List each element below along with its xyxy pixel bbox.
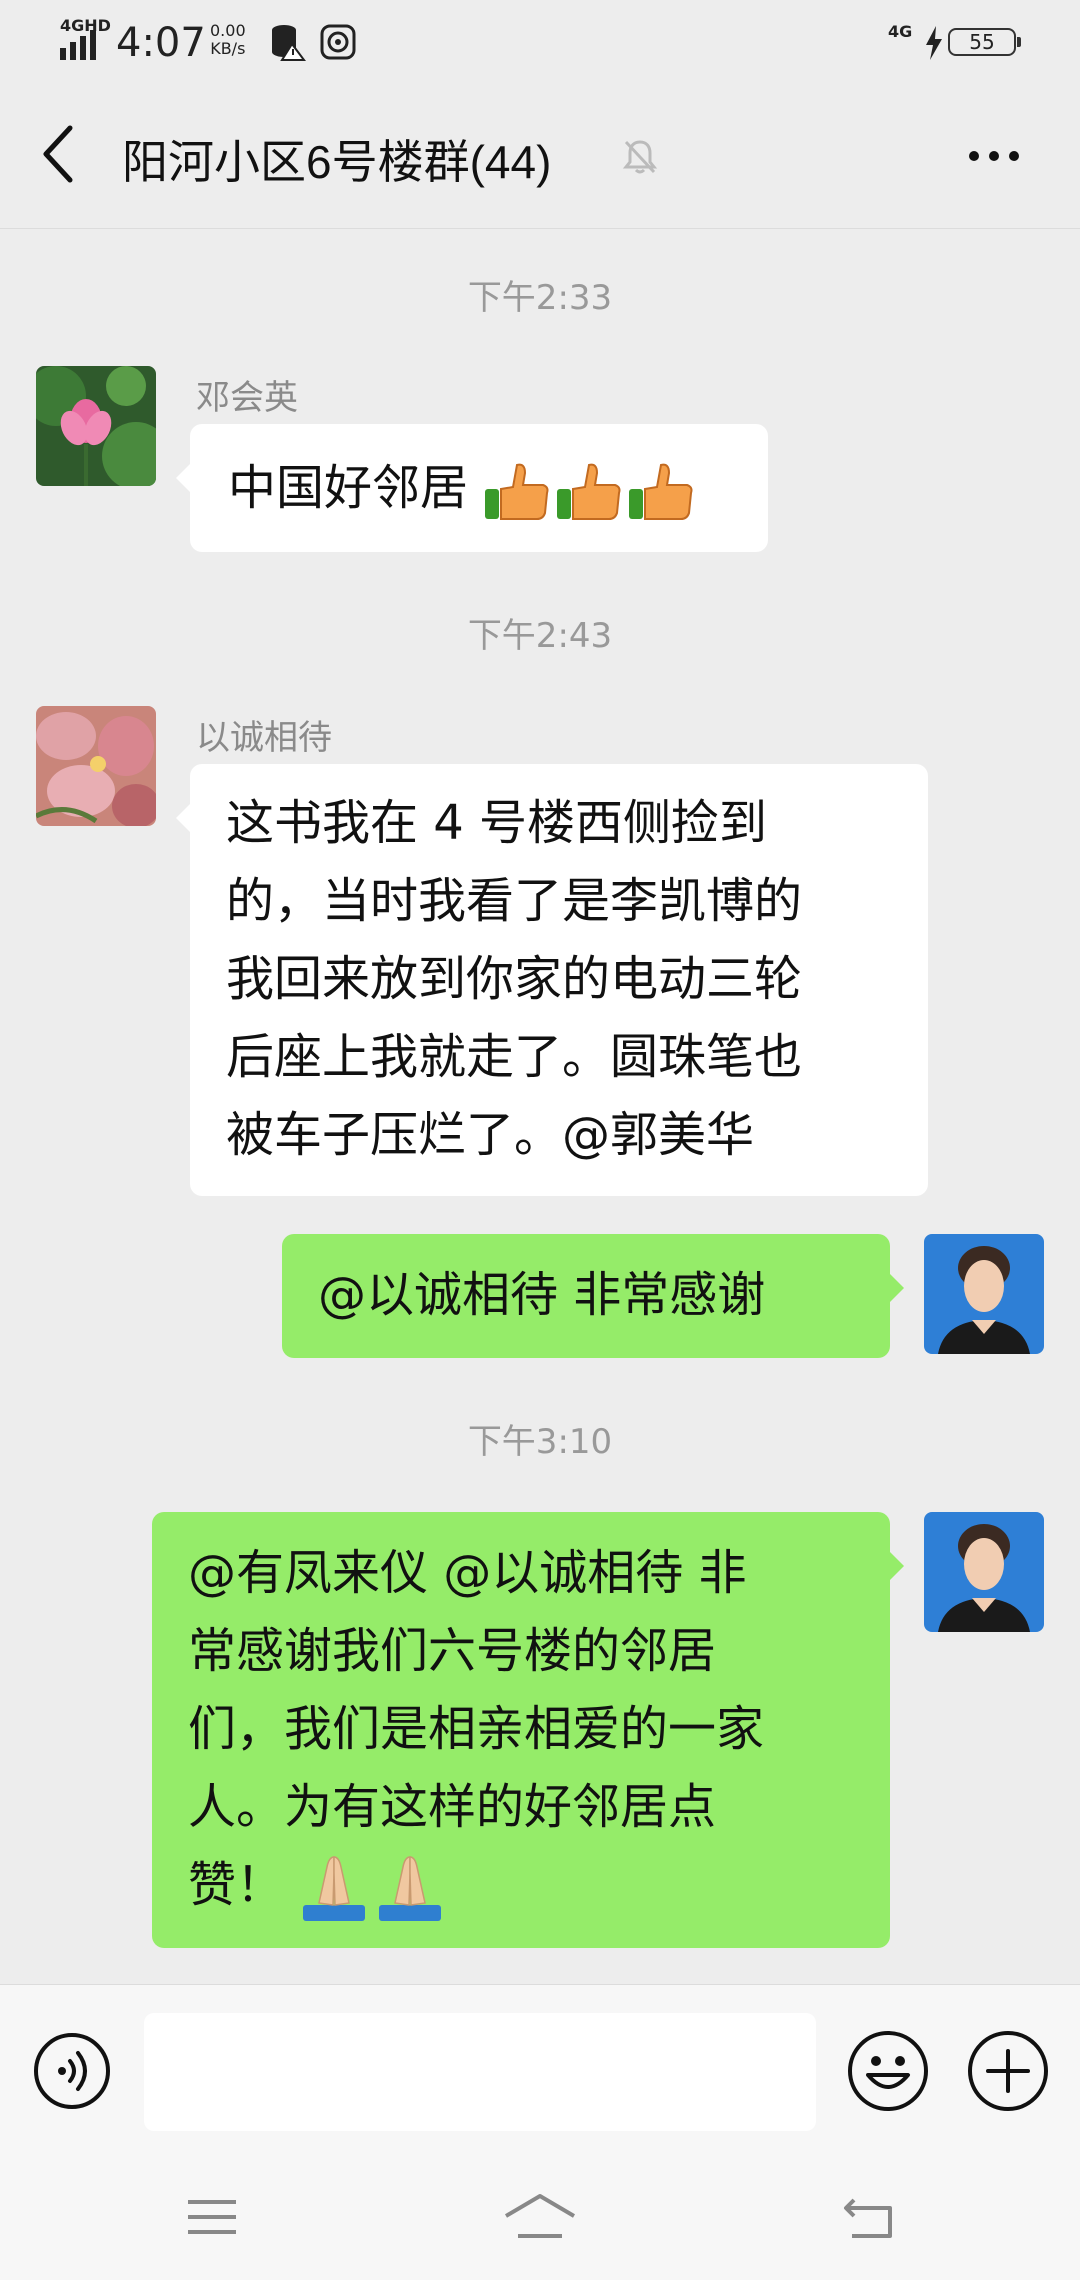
voice-icon[interactable] [32, 2031, 112, 2111]
sender-name: 以诚相待 [196, 718, 332, 758]
message-input[interactable] [144, 2013, 816, 2131]
avatar[interactable] [36, 366, 156, 486]
message-text: @以诚相待 非常感谢 [318, 1267, 766, 1323]
message-bubble[interactable]: 这书我在 4 号楼西侧捡到 的，当时我看了是李凯博的 我回来放到你家的电动三轮 … [176, 764, 928, 1196]
thumbs-up-icon [485, 463, 693, 520]
home-icon[interactable] [502, 2192, 578, 2242]
message-text: 赞！ [188, 1857, 285, 1913]
status-bar: 4GHD 4:07 0.00 KB/s 4G 55 [0, 0, 1080, 84]
net-speed-value: 0.00 [210, 21, 246, 40]
avatar[interactable] [924, 1512, 1044, 1632]
message-text-line: @有凤来仪 @以诚相待 非 [188, 1545, 747, 1601]
database-icon [272, 25, 306, 61]
status-time: 4:07 [116, 20, 206, 66]
message-text-line: 的，当时我看了是李凯博的 [226, 873, 803, 929]
message-bubble[interactable]: @以诚相待 非常感谢 [282, 1234, 904, 1358]
signal-icon [60, 30, 96, 60]
plus-icon[interactable] [966, 2029, 1050, 2113]
smiley-icon[interactable] [846, 2029, 930, 2113]
message-bubble[interactable]: @有凤来仪 @以诚相待 非 常感谢我们六号楼的邻居 们，我们是相亲相爱的一家 人… [152, 1512, 904, 1948]
message-text-line: 人。为有这样的好邻居点 [188, 1779, 717, 1835]
mobile-data-label: 4G [888, 22, 913, 41]
portrait-avatar-image [924, 1512, 1044, 1632]
message-text-line: 这书我在 4 号楼西侧捡到 [226, 795, 768, 851]
timestamp: 下午3:10 [467, 1422, 613, 1462]
folded-hands-icon [303, 1856, 442, 1921]
sender-name: 邓会英 [196, 378, 298, 418]
system-nav-bar [0, 2152, 1080, 2280]
timestamp: 下午2:43 [467, 616, 613, 656]
chat-header: 阳河小区6号楼群(44) [0, 84, 1080, 229]
back-nav-icon[interactable] [840, 2192, 900, 2242]
message-text-line: 我回来放到你家的电动三轮 [226, 951, 803, 1007]
message-bubble[interactable]: 中国好邻居 [176, 424, 768, 552]
lotus-avatar-image [36, 366, 156, 486]
avatar[interactable] [36, 706, 156, 826]
menu-icon[interactable] [182, 2192, 242, 2242]
app-notification-icon [320, 24, 356, 60]
net-speed-unit: KB/s [210, 39, 246, 58]
portrait-avatar-image [924, 1234, 1044, 1354]
timestamp: 下午2:33 [467, 278, 613, 318]
message-text: 中国好邻居 [228, 460, 469, 516]
charging-icon [926, 26, 942, 60]
message-text-line-with-emoji: 赞！ [188, 1846, 854, 1924]
net-speed: 0.00 KB/s [210, 22, 246, 58]
more-dots-icon[interactable] [966, 148, 1022, 164]
bell-off-icon [622, 140, 658, 174]
group-title: 阳河小区6号楼群(44) [122, 136, 552, 188]
message-text-line: 们，我们是相亲相爱的一家 [188, 1701, 765, 1757]
input-bar [0, 1984, 1080, 2153]
message-text-line: 常感谢我们六号楼的邻居 [188, 1623, 717, 1679]
battery-indicator: 55 [948, 28, 1021, 56]
back-chevron-icon[interactable] [38, 122, 78, 186]
message-text-line: 后座上我就走了。圆珠笔也 [226, 1029, 803, 1085]
flower-avatar-image [36, 706, 156, 826]
message-text-line: 被车子压烂了。@郭美华 [226, 1107, 755, 1163]
avatar[interactable] [924, 1234, 1044, 1354]
